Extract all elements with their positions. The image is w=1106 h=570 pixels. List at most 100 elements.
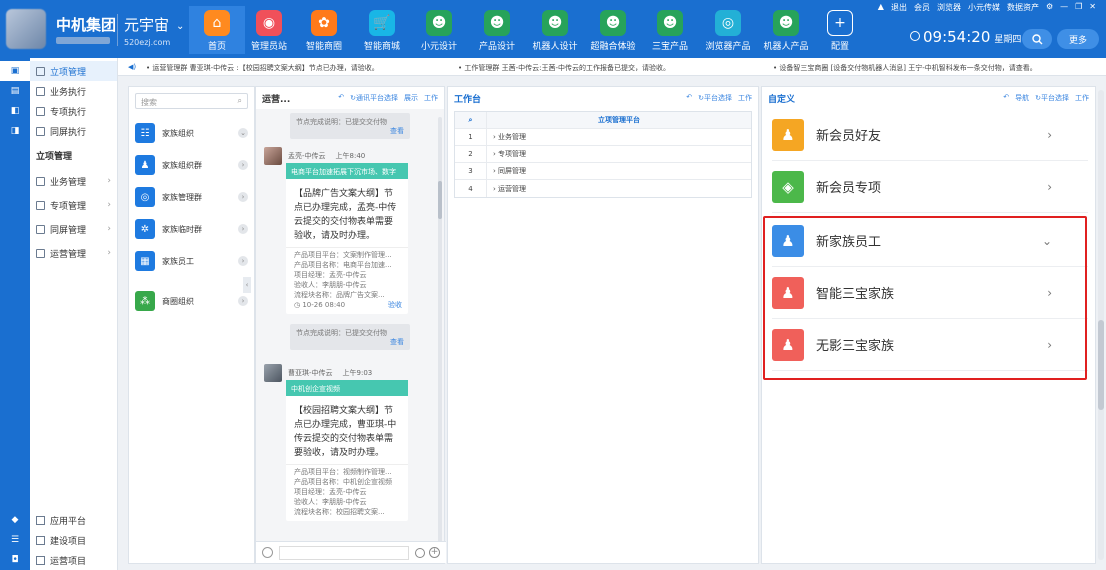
hierarchy-icon: ⁂ [135, 291, 155, 311]
emoji-icon[interactable] [262, 547, 273, 558]
screen-icon[interactable]: ◧ [0, 101, 30, 121]
custom-tool-work[interactable]: 工作 [1075, 93, 1089, 103]
chat-tool-work[interactable]: 工作 [424, 93, 438, 103]
family-item-staff[interactable]: ▦ 家族员工 › [129, 245, 254, 277]
left-nav-item-project[interactable]: 立项管理 [30, 61, 117, 81]
chat-tool-display[interactable]: 展示 [404, 93, 418, 103]
page-scrollbar[interactable] [1098, 90, 1104, 560]
avatar[interactable] [264, 147, 282, 165]
left-nav: 立项管理 业务执行 专项执行 同屏执行 立项管理 业务管理 › 专项管理 › 同屏管… [30, 58, 118, 570]
table-row[interactable]: 4 › 运营管理 [455, 180, 751, 197]
nav-xiaoyuan-design[interactable]: ☻ 小元设计 [411, 6, 467, 54]
nav-robot-design[interactable]: ☻ 机器人设计 [527, 6, 583, 54]
work-tool-work[interactable]: 工作 [738, 93, 752, 103]
family-item-temp-group[interactable]: ✲ 家族临时群 › [129, 213, 254, 245]
table-row[interactable]: 3 › 同屏管理 [455, 163, 751, 180]
nav-browser-products[interactable]: ◎ 浏览器产品 [700, 6, 756, 54]
nav-sanbao-products[interactable]: ☻ 三宝产品 [642, 6, 698, 54]
left-nav-item-business[interactable]: 业务执行 [30, 81, 117, 101]
family-item-circle-org[interactable]: ⁂ 商圈组织 › [129, 285, 254, 317]
search-icon[interactable]: ⌕ [455, 112, 487, 128]
chat-panel-header: 运营... ↶ ↻通讯平台选择 展示 工作 [256, 87, 444, 109]
nav-config[interactable]: + 配置 [812, 6, 868, 54]
left-nav-sub-sync[interactable]: 同屏管理 › [30, 217, 117, 241]
family-item-manage-group[interactable]: ◎ 家族管理群 › [129, 181, 254, 213]
menu-new-member-special[interactable]: ◈ 新会员专项 › [772, 161, 1088, 213]
top-link-member[interactable]: 会员 [914, 2, 930, 13]
briefcase-icon[interactable]: ▣ [0, 61, 30, 81]
left-nav-sub-operations[interactable]: 运营管理 › [30, 241, 117, 265]
universe-title[interactable]: 元宇宙 [124, 14, 169, 35]
view-link[interactable]: 查看 [390, 337, 404, 347]
view-link[interactable]: 查看 [390, 126, 404, 136]
nav-admin-station[interactable]: ◉ 管理员站 [241, 6, 297, 54]
top-link-logout[interactable]: 退出 [891, 2, 907, 13]
top-link-media[interactable]: 小元传媒 [968, 2, 1000, 13]
logo-avatar[interactable] [6, 9, 46, 49]
plus-icon[interactable]: + [429, 547, 440, 558]
card-meta: 产品项目平台：文案制作管理... 产品项目名称：电商平台加速... 项目经理：孟… [286, 247, 408, 314]
minimize-icon[interactable]: — [1060, 2, 1068, 13]
left-nav-item-sync[interactable]: 同屏执行 [30, 121, 117, 141]
ticker-msg-3[interactable]: • 设备智三宝商圈 [设备交付物机器人消息] 王宁-中机智科发布一条交付物，请查… [773, 63, 1037, 73]
avatar[interactable] [264, 364, 282, 382]
robot-icon: ☻ [657, 10, 683, 36]
collapse-handle[interactable]: ‹ [243, 277, 251, 293]
nav-home[interactable]: ⌂ 首页 [189, 6, 245, 54]
left-nav-sub-special[interactable]: 专项管理 › [30, 193, 117, 217]
monitor-icon[interactable]: ▤ [0, 81, 30, 101]
notice-ticker: ◀) • 运营管理群 曹亚琪-中传云 :【校园招聘文案大纲】节点已办理，请验收。… [118, 58, 1106, 76]
family-item-org[interactable]: ☷ 家族组织 ⌄ [129, 117, 254, 149]
ticker-msg-2[interactable]: • 工作管理群 王茜-中传云:王茜-中传云的工作报备已提交，请验收。 [458, 63, 670, 73]
top-link-browser[interactable]: 浏览器 [937, 2, 961, 13]
nav-product-design[interactable]: ☻ 产品设计 [469, 6, 525, 54]
left-nav-item-special[interactable]: 专项执行 [30, 101, 117, 121]
nav-smart-circle[interactable]: ✿ 智能商圈 [296, 6, 352, 54]
chevron-down-icon: ⌄ [238, 128, 248, 138]
header-divider [117, 14, 118, 46]
search-button[interactable] [1022, 29, 1052, 49]
settings-icon[interactable]: ⚙ [1046, 2, 1053, 13]
item-icon [36, 248, 45, 258]
table-row[interactable]: 1 › 业务管理 [455, 129, 751, 146]
message-card[interactable]: 电商平台加速拓展下沉市场、数字 【品牌广告文案大纲】节点已办理完成，孟亮-中传云… [286, 163, 408, 314]
chat-input[interactable] [279, 545, 409, 560]
mirror-screen-icon[interactable]: ◨ [0, 121, 30, 141]
table-header: ⌕ 立项管理平台 [455, 112, 751, 129]
back-icon[interactable]: ↶ [686, 93, 692, 103]
back-icon[interactable]: ↶ [1003, 93, 1009, 103]
table-row[interactable]: 2 › 专项管理 [455, 146, 751, 163]
bell-icon[interactable]: ▲ [878, 2, 884, 13]
nav-robot-products[interactable]: ☻ 机器人产品 [758, 6, 814, 54]
close-icon[interactable]: ✕ [1089, 2, 1096, 13]
menu-new-member-friend[interactable]: ♟ 新会员好友 › [772, 109, 1088, 161]
more-button[interactable]: 更多 [1057, 29, 1099, 49]
admin-icon: ◉ [256, 10, 282, 36]
custom-tool-nav[interactable]: 导航 [1015, 93, 1029, 103]
chevron-down-icon[interactable]: ⌄ [176, 21, 184, 32]
bottom-nav-app-platform[interactable]: ◆ 应用平台 [0, 510, 118, 530]
search-icon[interactable] [415, 547, 425, 558]
family-item-org-group[interactable]: ♟ 家族组织群 › [129, 149, 254, 181]
item-icon [36, 66, 45, 76]
chat-scrollbar[interactable] [438, 117, 442, 547]
family-search-input[interactable]: 搜索 ⌕ [135, 93, 248, 109]
work-tool-platform[interactable]: ↻平台选择 [698, 93, 732, 103]
nav-smart-mall[interactable]: 🛒 智能商城 [354, 6, 410, 54]
chat-tool-platform[interactable]: ↻通讯平台选择 [350, 93, 398, 103]
ticker-msg-1[interactable]: • 运营管理群 曹亚琪-中传云 :【校园招聘文案大纲】节点已办理，请验收。 [146, 63, 379, 73]
back-icon[interactable]: ↶ [338, 93, 344, 103]
chevron-right-icon: › [107, 176, 111, 186]
bottom-nav-ops-project[interactable]: ◘ 运营项目 [0, 550, 118, 570]
nav-hyperfusion[interactable]: ☻ 超融合体验 [585, 6, 641, 54]
left-nav-sub-business[interactable]: 业务管理 › [30, 169, 117, 193]
top-link-data-assets[interactable]: 数据资产 [1007, 2, 1039, 13]
message-card[interactable]: 中机创企宣视频 【校园招聘文案大纲】节点已办理完成，曹亚琪-中传云提交的交付物表… [286, 380, 408, 521]
accept-link[interactable]: 验收 [388, 300, 402, 310]
custom-header: 自定义 ↶ 导航 ↻平台选择 工作 [762, 87, 1095, 109]
cart-icon: 🛒 [369, 10, 395, 36]
restore-icon[interactable]: ❐ [1075, 2, 1082, 13]
bottom-nav-build-project[interactable]: ☰ 建设项目 [0, 530, 118, 550]
target-icon: ◎ [135, 187, 155, 207]
custom-tool-platform[interactable]: ↻平台选择 [1035, 93, 1069, 103]
